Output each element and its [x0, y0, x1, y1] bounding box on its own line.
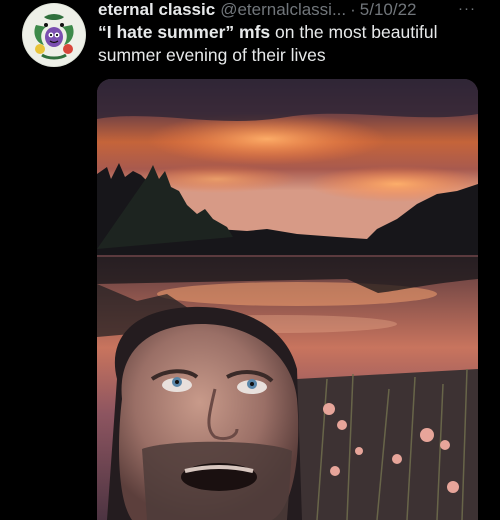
avatar[interactable]	[22, 3, 86, 67]
tweet[interactable]: eternal classic @eternalclassi... · 5/10…	[0, 0, 500, 520]
separator-dot: ·	[350, 0, 356, 19]
tweet-media-image[interactable]	[97, 79, 478, 520]
avatar-icon	[23, 4, 85, 66]
tweet-header: eternal classic @eternalclassi... · 5/10…	[98, 0, 490, 22]
tweet-date[interactable]: 5/10/22	[360, 0, 417, 20]
tweet-text-bold: “I hate summer” mfs	[98, 22, 271, 42]
tweet-text: “I hate summer” mfs on the most beautifu…	[98, 21, 478, 67]
more-options-icon[interactable]: ···	[452, 0, 482, 22]
user-handle[interactable]: @eternalclassi...	[220, 0, 346, 20]
sunset-lake-photo	[97, 79, 478, 520]
display-name[interactable]: eternal classic	[98, 0, 215, 20]
